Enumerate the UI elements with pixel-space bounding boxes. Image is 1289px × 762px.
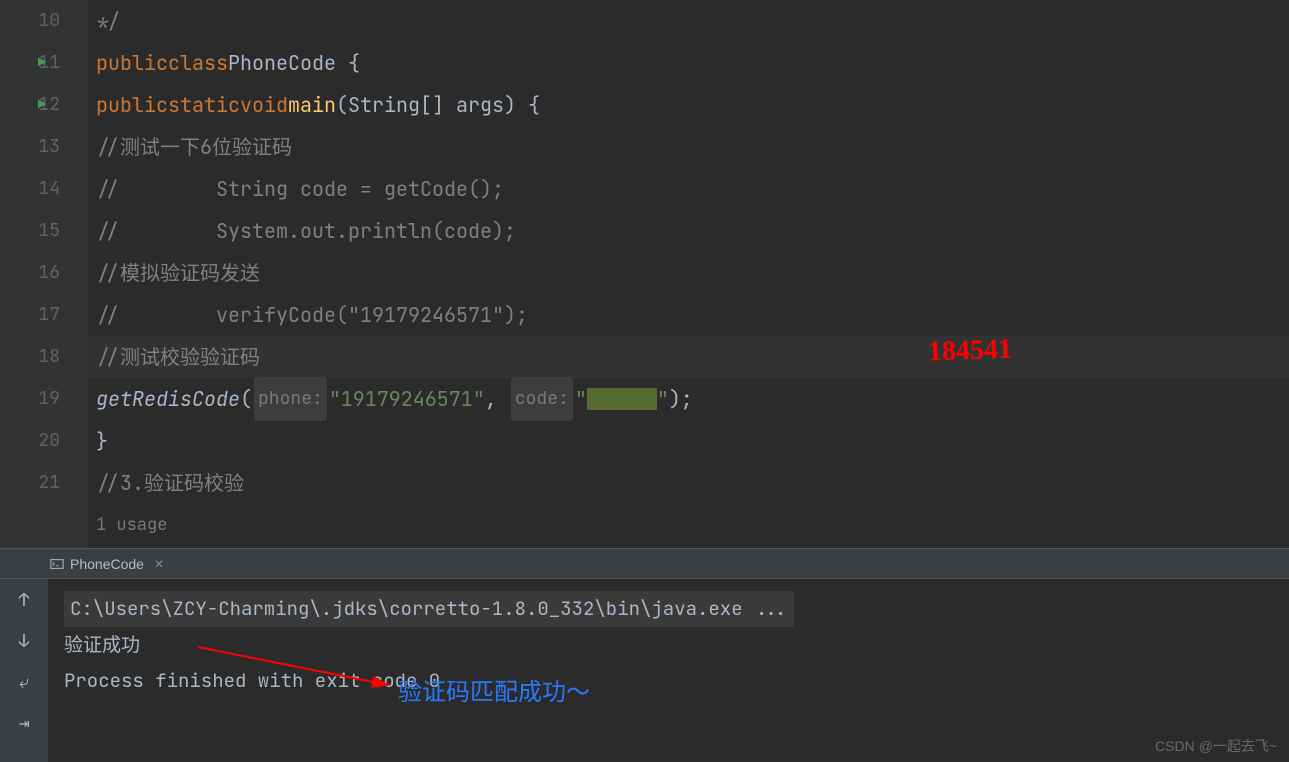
- line-gutter: 10 ▶11 ▶12 13 14 15 16 17 18 19 20 21: [0, 0, 88, 548]
- code-editor: 10 ▶11 ▶12 13 14 15 16 17 18 19 20 21 */…: [0, 0, 1289, 548]
- down-arrow-icon[interactable]: ↓: [19, 630, 30, 653]
- param-hint: code:: [511, 377, 573, 421]
- terminal-panel: PhoneCode ✕ ↑ ↓ ⤶ ⇥ C:\Users\ZCY-Charmin…: [0, 548, 1289, 762]
- redacted-code: [587, 388, 657, 410]
- wrap-icon[interactable]: ⤶: [19, 671, 29, 694]
- gutter-line[interactable]: 10: [0, 0, 60, 42]
- gutter-line[interactable]: [0, 504, 60, 546]
- gutter-line[interactable]: 19: [0, 378, 60, 420]
- code-line[interactable]: }: [88, 420, 1289, 462]
- tab-label: PhoneCode: [70, 556, 144, 572]
- code-content[interactable]: */ public class PhoneCode { public stati…: [88, 0, 1289, 548]
- scroll-icon[interactable]: ⇥: [19, 712, 30, 735]
- gutter-line[interactable]: 18: [0, 336, 60, 378]
- code-line[interactable]: 1 usage: [88, 504, 1289, 546]
- code-line[interactable]: // String code = getCode();: [88, 168, 1289, 210]
- comment-text: //测试校验验证码: [96, 336, 260, 378]
- command-line: C:\Users\ZCY-Charming\.jdks\corretto-1.8…: [64, 591, 794, 627]
- gutter-line[interactable]: 13: [0, 126, 60, 168]
- up-arrow-icon[interactable]: ↑: [19, 589, 30, 612]
- watermark: CSDN @一起去飞~: [1155, 736, 1277, 756]
- code-line[interactable]: //模拟验证码发送: [88, 252, 1289, 294]
- success-annotation: 验证码匹配成功～: [398, 675, 590, 711]
- terminal-output[interactable]: C:\Users\ZCY-Charming\.jdks\corretto-1.8…: [48, 579, 1289, 762]
- code-line-current[interactable]: //测试校验验证码: [88, 336, 1289, 378]
- run-tab[interactable]: PhoneCode ✕: [40, 552, 174, 576]
- code-line[interactable]: //测试一下6位验证码: [88, 126, 1289, 168]
- gutter-line[interactable]: ▶11: [0, 42, 60, 84]
- gutter-line[interactable]: 17: [0, 294, 60, 336]
- code-line[interactable]: //3.验证码校验: [88, 462, 1289, 504]
- gutter-line[interactable]: 21: [0, 462, 60, 504]
- code-line[interactable]: public class PhoneCode {: [88, 42, 1289, 84]
- console-icon: [50, 557, 64, 571]
- code-line[interactable]: */: [88, 0, 1289, 42]
- gutter-line[interactable]: 14: [0, 168, 60, 210]
- code-line[interactable]: public static void main(String[] args) {: [88, 84, 1289, 126]
- gutter-line[interactable]: 15: [0, 210, 60, 252]
- gutter-line[interactable]: 20: [0, 420, 60, 462]
- comment-text: */: [96, 0, 120, 42]
- close-icon[interactable]: ✕: [154, 557, 164, 571]
- terminal-tabs: PhoneCode ✕: [0, 549, 1289, 579]
- param-hint: phone:: [254, 377, 327, 421]
- comment-text: //模拟验证码发送: [96, 252, 260, 294]
- comment-text: //3.验证码校验: [96, 462, 244, 504]
- terminal-sidebar: ↑ ↓ ⤶ ⇥: [0, 579, 48, 762]
- gutter-line[interactable]: 16: [0, 252, 60, 294]
- comment-text: //测试一下6位验证码: [96, 126, 292, 168]
- code-line[interactable]: getRedisCode( phone: "19179246571", code…: [88, 378, 1289, 420]
- output-line: Process finished with exit code 0: [64, 663, 1273, 699]
- usage-hint[interactable]: 1 usage: [96, 504, 167, 546]
- output-line: 验证成功: [64, 627, 1273, 663]
- code-line[interactable]: // verifyCode("19179246571");: [88, 294, 1289, 336]
- gutter-line[interactable]: ▶12: [0, 84, 60, 126]
- run-icon[interactable]: ▶: [38, 42, 46, 84]
- run-icon[interactable]: ▶: [38, 84, 46, 126]
- code-line[interactable]: // System.out.println(code);: [88, 210, 1289, 252]
- handwritten-annotation: 184541: [927, 329, 1012, 374]
